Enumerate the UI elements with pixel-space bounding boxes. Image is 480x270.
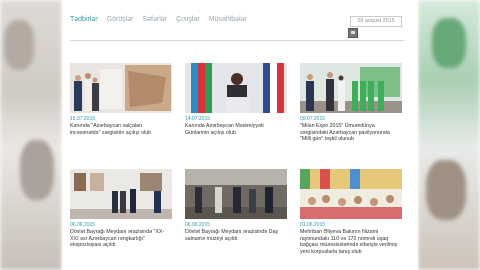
divider <box>70 40 404 41</box>
content-panel: Tədbirlər Görüşlər Səfərlər Çıxışlar Müs… <box>62 0 418 270</box>
news-title[interactable]: Dövlət Bayrağı Meydanı ərazisində Daş sa… <box>185 229 287 242</box>
news-card[interactable]: 14.07.2015 Kanında Azərbaycan Mədəniyyət… <box>185 63 287 136</box>
tab-events[interactable]: Tədbirlər <box>70 16 98 23</box>
news-thumbnail[interactable] <box>300 169 402 219</box>
news-thumbnail[interactable] <box>70 63 172 113</box>
news-card[interactable]: 01.06.2015 Mehriban Əliyeva Bakının Niza… <box>300 169 402 255</box>
date-filter-input[interactable]: 28 avqust 2015 <box>350 16 402 27</box>
tab-meetings[interactable]: Görüşlər <box>107 16 134 23</box>
news-card[interactable]: 15.07.2015 Kanında "Azərbaycan xalçaları… <box>70 63 172 136</box>
news-date: 14.07.2015 <box>185 116 211 122</box>
news-date: 01.06.2015 <box>300 222 326 228</box>
news-title[interactable]: "Milan Expo 2015" Ümumdünya sərgisindəki… <box>300 123 402 143</box>
background-photo-left <box>0 0 62 270</box>
calendar-button[interactable] <box>348 28 358 38</box>
news-card[interactable]: 09.07.2015 "Milan Expo 2015" Ümumdünya s… <box>300 63 402 143</box>
news-thumbnail[interactable] <box>185 63 287 113</box>
news-date: 06.06.2015 <box>185 222 211 228</box>
tab-speeches[interactable]: Çıxışlar <box>176 16 200 23</box>
news-thumbnail[interactable] <box>300 63 402 113</box>
news-date: 15.07.2015 <box>70 116 96 122</box>
news-card[interactable]: 06.06.2015 Dövlət Bayrağı Meydanı ərazis… <box>185 169 287 242</box>
news-date: 06.06.2015 <box>70 222 96 228</box>
news-thumbnail[interactable] <box>70 169 172 219</box>
news-title[interactable]: Dövlət Bayrağı Meydanı ərazisində "XX-XX… <box>70 229 172 249</box>
news-title[interactable]: Kanında "Azərbaycan xalçaları incəsənətd… <box>70 123 172 136</box>
news-card[interactable]: 06.06.2015 Dövlət Bayrağı Meydanı ərazis… <box>70 169 172 249</box>
news-date: 09.07.2015 <box>300 116 326 122</box>
background-photo-right <box>418 0 480 270</box>
tab-visits[interactable]: Səfərlər <box>142 16 167 23</box>
news-title[interactable]: Kanında Azərbaycan Mədəniyyəti Günlərini… <box>185 123 287 136</box>
news-thumbnail[interactable] <box>185 169 287 219</box>
category-tabs: Tədbirlər Görüşlər Səfərlər Çıxışlar Müs… <box>70 16 256 23</box>
news-title[interactable]: Mehriban Əliyeva Bakının Nizami rayonund… <box>300 229 402 255</box>
tab-interviews[interactable]: Müsahibələr <box>209 16 247 23</box>
